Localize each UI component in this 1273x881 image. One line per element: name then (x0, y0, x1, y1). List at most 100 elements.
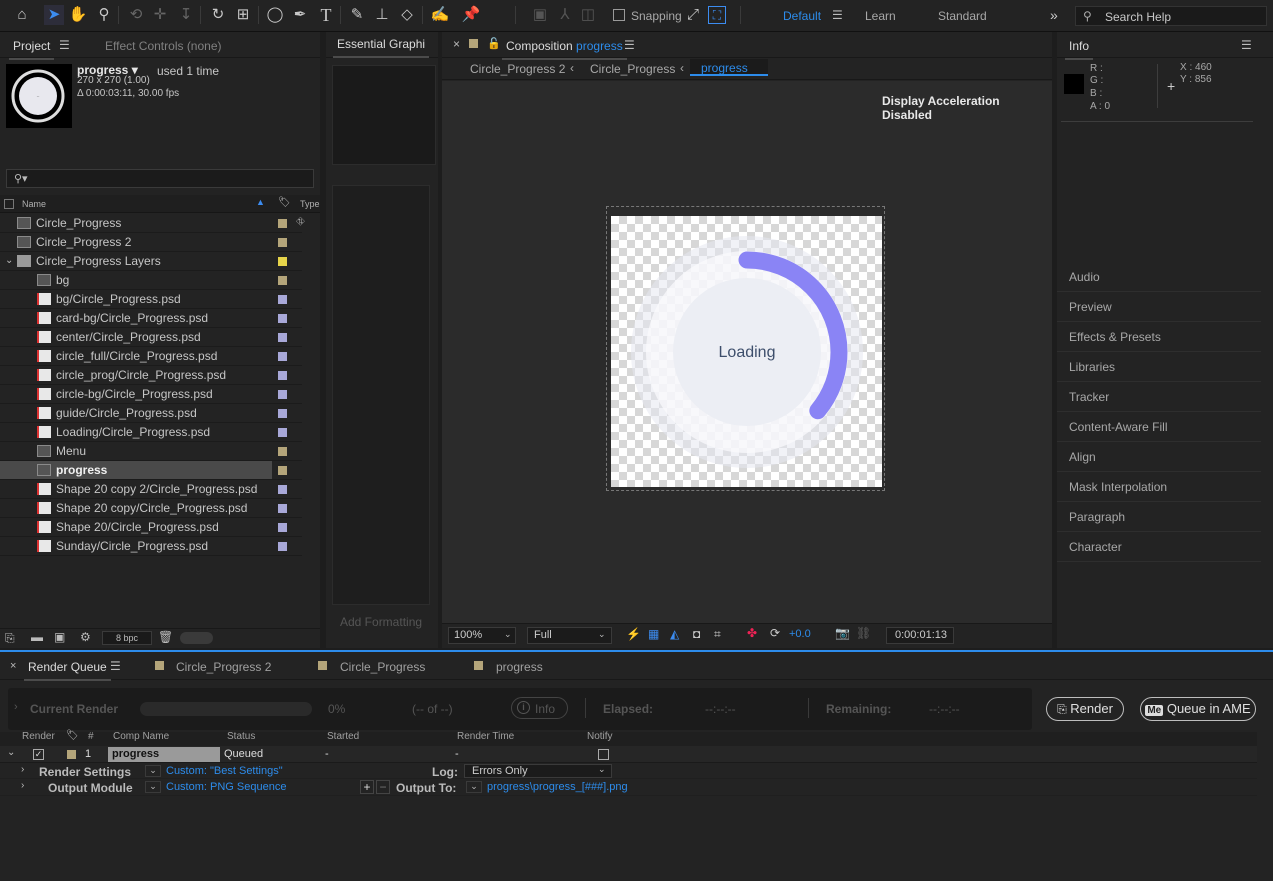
panel-preview[interactable]: Preview (1057, 292, 1261, 322)
remove-output-module-button[interactable]: − (376, 780, 390, 794)
label-color-swatch[interactable] (278, 352, 287, 361)
tab-info[interactable]: Info (1064, 39, 1094, 60)
output-to-dropdown-icon[interactable]: ⌄ (466, 781, 482, 793)
interpret-footage-icon[interactable]: ⎘ (5, 631, 15, 646)
panel-audio[interactable]: Audio (1057, 262, 1261, 292)
output-module-value[interactable]: Custom: PNG Sequence (166, 781, 286, 793)
project-item[interactable]: circle-bg/Circle_Progress.psd (0, 385, 302, 404)
transparency-grid-icon[interactable]: ▦ (648, 627, 659, 641)
flowchart-icon[interactable]: ⛗ (296, 216, 305, 229)
item-comp-name[interactable]: progress (108, 747, 220, 762)
project-scrollbar[interactable] (180, 632, 213, 644)
bpc-button[interactable]: 8 bpc (102, 631, 152, 645)
notify-checkbox[interactable] (598, 749, 609, 760)
comp-viewer[interactable]: Display Acceleration Disabled Loading (442, 81, 1052, 623)
tab-timeline-progress[interactable]: progress (496, 660, 543, 674)
zoom-tool-icon[interactable]: ⚲ (94, 5, 114, 25)
expand-chevron-icon[interactable]: › (21, 780, 24, 791)
label-color-swatch[interactable] (278, 447, 287, 456)
info-menu-icon[interactable]: ☰ (1241, 38, 1252, 52)
tab-timeline-circle-progress-2[interactable]: Circle_Progress 2 (176, 660, 271, 674)
panel-effects-presets[interactable]: Effects & Presets (1057, 322, 1261, 352)
tab-timeline-circle-progress[interactable]: Circle_Progress (340, 660, 425, 674)
project-menu-icon[interactable]: ☰ (59, 38, 70, 52)
project-item[interactable]: card-bg/Circle_Progress.psd (0, 309, 302, 328)
project-item[interactable]: circle_full/Circle_Progress.psd (0, 347, 302, 366)
tab-render-queue[interactable]: Render Queue (24, 660, 111, 681)
project-item[interactable]: bg (0, 271, 302, 290)
roto-brush-icon[interactable]: ✍ (430, 5, 450, 25)
label-color-swatch[interactable] (278, 371, 287, 380)
current-time-field[interactable]: 0:00:01:13 (886, 627, 954, 644)
more-workspaces-icon[interactable]: » (1050, 7, 1058, 23)
project-item[interactable]: center/Circle_Progress.psd (0, 328, 302, 347)
region-of-interest-icon[interactable]: ◘ (693, 627, 700, 641)
column-type[interactable]: Type (300, 199, 320, 209)
tab-project[interactable]: Project (8, 39, 55, 60)
exposure-value[interactable]: +0.0 (789, 628, 811, 640)
workspace-default[interactable]: Default (783, 9, 821, 23)
column-render-time[interactable]: Render Time (457, 731, 514, 742)
label-color-swatch[interactable] (278, 428, 287, 437)
column-number[interactable]: # (88, 731, 94, 742)
pan-camera-icon[interactable]: ✛ (150, 5, 170, 25)
expand-chevron-icon[interactable]: › (14, 701, 18, 713)
project-item[interactable]: Menu (0, 442, 302, 461)
snapping-checkbox[interactable] (613, 9, 625, 21)
composition-menu-icon[interactable]: ☰ (624, 38, 635, 52)
log-dropdown[interactable]: Errors Only ⌄ (464, 764, 612, 778)
render-checkbox[interactable]: ✓ (33, 749, 44, 760)
new-folder-icon[interactable]: ▬ (31, 630, 43, 644)
expand-chevron-icon[interactable]: ⌄ (5, 252, 13, 270)
add-formatting-label[interactable]: Add Formatting (340, 615, 422, 629)
breadcrumb-progress[interactable]: progress (690, 59, 768, 76)
label-color-swatch[interactable] (278, 466, 287, 475)
column-notify[interactable]: Notify (587, 731, 613, 742)
output-module-dropdown-icon[interactable]: ⌄ (145, 781, 161, 793)
zoom-dropdown[interactable]: 100% ⌄ (448, 627, 516, 644)
label-tag-icon[interactable]: 🏷 (66, 730, 79, 741)
label-color-swatch[interactable] (278, 314, 287, 323)
label-color-swatch[interactable] (278, 333, 287, 342)
show-snapshot-icon[interactable]: ⛓ (856, 626, 871, 640)
project-item[interactable]: progress (0, 461, 302, 480)
panel-tracker[interactable]: Tracker (1057, 382, 1261, 412)
project-item[interactable]: Circle_Progress 2 (0, 233, 302, 252)
project-search-input[interactable]: ⚲▾ (6, 169, 314, 188)
label-color-swatch[interactable] (278, 485, 287, 494)
render-settings-value[interactable]: Custom: "Best Settings" (166, 765, 283, 777)
resolution-dropdown[interactable]: Full ⌄ (527, 627, 612, 644)
panel-mask-interpolation[interactable]: Mask Interpolation (1057, 472, 1261, 502)
brush-tool-icon[interactable]: ✎ (347, 5, 367, 25)
world-axis-icon[interactable]: ⅄ (555, 5, 575, 25)
render-queue-menu-icon[interactable]: ☰ (110, 659, 121, 673)
expand-chevron-icon[interactable]: ⌄ (7, 747, 15, 758)
clone-stamp-icon[interactable]: ⊥ (372, 5, 392, 25)
output-to-value[interactable]: progress\progress_[###].png (487, 781, 628, 793)
label-color-swatch[interactable] (278, 257, 287, 266)
column-started[interactable]: Started (327, 731, 359, 742)
label-color-swatch[interactable] (278, 523, 287, 532)
orbit-camera-icon[interactable]: ⟲ (126, 5, 146, 25)
mask-visibility-icon[interactable]: ◭ (670, 627, 679, 641)
ellipse-tool-icon[interactable]: ◯ (265, 5, 285, 25)
label-color-swatch[interactable] (278, 238, 287, 247)
panel-character[interactable]: Character (1057, 532, 1261, 562)
close-tab-icon[interactable]: × (453, 37, 460, 51)
dolly-camera-icon[interactable]: ↧ (176, 5, 196, 25)
column-comp-name[interactable]: Comp Name (113, 731, 169, 742)
column-options-icon[interactable] (4, 199, 14, 209)
search-help-field[interactable]: ⚲ Search Help (1075, 6, 1267, 26)
project-item[interactable]: Circle_Progress (0, 214, 302, 233)
label-color-swatch[interactable] (278, 276, 287, 285)
adjust-project-settings-icon[interactable]: ⚙ (80, 630, 91, 644)
reset-exposure-icon[interactable]: ⟳ (770, 626, 780, 640)
label-color-swatch[interactable] (278, 219, 287, 228)
label-color-swatch[interactable] (278, 295, 287, 304)
tab-effect-controls[interactable]: Effect Controls (none) (105, 39, 222, 53)
label-color-swatch[interactable] (278, 409, 287, 418)
local-axis-icon[interactable]: ▣ (530, 5, 550, 25)
column-render[interactable]: Render (22, 731, 55, 742)
breadcrumb-circle-progress[interactable]: Circle_Progress (590, 62, 675, 76)
eraser-tool-icon[interactable]: ◇ (397, 5, 417, 25)
